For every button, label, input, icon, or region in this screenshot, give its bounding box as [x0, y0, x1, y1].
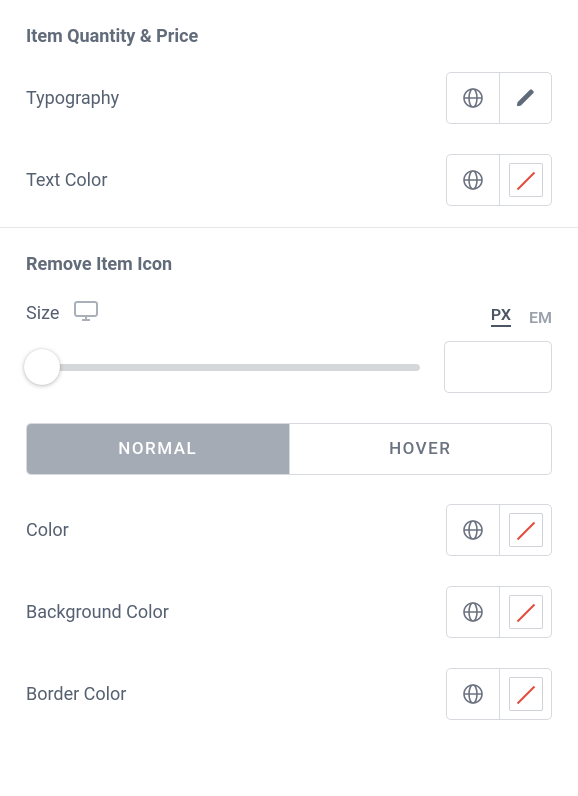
section-item-quantity-price: Item Quantity & Price Typography Text Co… [0, 0, 578, 228]
row-color: Color [26, 503, 552, 557]
row-size-header: Size PX EM [26, 299, 552, 327]
text-color-label: Text Color [26, 170, 107, 191]
bgcolor-controls [446, 586, 552, 638]
row-size-slider [26, 341, 552, 393]
row-typography: Typography [26, 71, 552, 125]
bordercolor-controls [446, 668, 552, 720]
text-color-controls [446, 154, 552, 206]
row-background-color: Background Color [26, 585, 552, 639]
unit-px[interactable]: PX [491, 305, 511, 327]
section-title: Remove Item Icon [26, 254, 552, 275]
typography-label: Typography [26, 88, 119, 109]
size-input[interactable] [444, 341, 552, 393]
unit-toggle: PX EM [491, 299, 552, 327]
color-swatch[interactable] [499, 669, 551, 719]
pencil-icon[interactable] [499, 73, 551, 123]
color-swatch[interactable] [499, 587, 551, 637]
size-slider[interactable] [26, 349, 420, 385]
state-tabs: NORMAL HOVER [26, 423, 552, 475]
tab-hover[interactable]: HOVER [289, 424, 552, 474]
section-title: Item Quantity & Price [26, 26, 552, 47]
monitor-icon[interactable] [73, 300, 99, 326]
tab-normal[interactable]: NORMAL [27, 424, 289, 474]
size-label: Size [26, 303, 59, 324]
slider-thumb[interactable] [24, 349, 60, 385]
color-swatch[interactable] [499, 505, 551, 555]
color-label: Color [26, 520, 69, 541]
globe-icon[interactable] [447, 505, 499, 555]
unit-em[interactable]: EM [529, 308, 552, 327]
row-border-color: Border Color [26, 667, 552, 721]
globe-icon[interactable] [447, 669, 499, 719]
slider-track [26, 364, 420, 371]
globe-icon[interactable] [447, 587, 499, 637]
row-text-color: Text Color [26, 153, 552, 207]
globe-icon[interactable] [447, 155, 499, 205]
bordercolor-label: Border Color [26, 684, 126, 705]
bgcolor-label: Background Color [26, 602, 169, 623]
color-swatch[interactable] [499, 155, 551, 205]
color-controls [446, 504, 552, 556]
globe-icon[interactable] [447, 73, 499, 123]
section-remove-item-icon: Remove Item Icon Size PX EM NORMAL HOVER… [0, 228, 578, 741]
typography-controls [446, 72, 552, 124]
